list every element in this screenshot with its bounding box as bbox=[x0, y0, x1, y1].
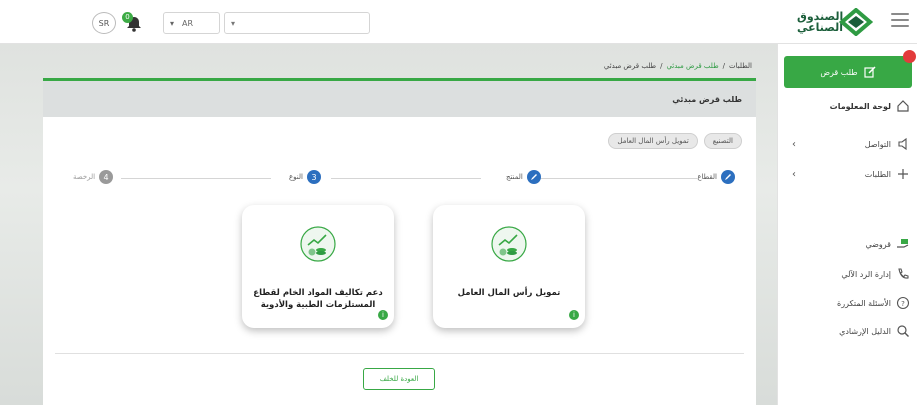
coins-growth-icon bbox=[491, 226, 527, 262]
step-product[interactable]: المنتج bbox=[506, 170, 541, 184]
language-select[interactable]: ▾ AR bbox=[163, 12, 220, 34]
step-label: المنتج bbox=[506, 173, 523, 181]
step-license[interactable]: 4 الرخصة bbox=[73, 170, 114, 184]
back-button-label: العودة للخلف bbox=[379, 375, 419, 383]
sidebar-item-guide[interactable]: الدليل الإرشادي bbox=[778, 321, 917, 341]
megaphone-icon bbox=[898, 137, 907, 151]
sidebar-item-my-loans[interactable]: قروضي bbox=[778, 234, 917, 254]
chevron-down-icon: ▾ bbox=[170, 18, 175, 28]
logo[interactable]: الصندوق الصناعي bbox=[797, 8, 873, 36]
sidebar-item-label: لوحة المعلومات bbox=[829, 101, 891, 111]
option-title: تمويل رأس المال العامل bbox=[457, 288, 561, 298]
sidebar-item-label: التواصل bbox=[864, 139, 891, 149]
step-label: النوع bbox=[289, 173, 303, 181]
logo-mark-icon bbox=[839, 8, 873, 36]
step-sector[interactable]: القطاع bbox=[697, 170, 735, 184]
chip-working-capital: تمويل رأس المال العامل bbox=[608, 133, 698, 149]
coins-growth-icon bbox=[300, 226, 336, 262]
step-number: 4 bbox=[99, 170, 114, 184]
loan-request-card: طلب قرض مبدئي تمويل رأس المال العامل الت… bbox=[43, 78, 756, 405]
breadcrumb-parent[interactable]: طلب قرض مبدئي bbox=[666, 62, 718, 70]
card-title: طلب قرض مبدئي bbox=[672, 94, 742, 104]
sidebar-item-requests[interactable]: ‹ الطلبات bbox=[778, 164, 917, 184]
option-working-capital[interactable]: تمويل رأس المال العامل i bbox=[433, 205, 585, 328]
step-label: القطاع bbox=[697, 173, 717, 181]
step-connector bbox=[121, 178, 271, 179]
phone-icon bbox=[898, 268, 909, 279]
plus-icon bbox=[898, 169, 908, 179]
notification-count-badge: 0 bbox=[122, 12, 133, 23]
alert-dot bbox=[903, 50, 916, 63]
info-icon[interactable]: i bbox=[378, 310, 388, 320]
search-select[interactable]: ▾ bbox=[224, 12, 370, 34]
step-label: الرخصة bbox=[73, 173, 96, 181]
search-icon bbox=[897, 325, 909, 337]
new-loan-request-label: طلب قرض bbox=[820, 67, 858, 77]
sidebar-item-label: الأسئلة المتكررة bbox=[837, 298, 891, 308]
step-connector bbox=[535, 178, 697, 179]
currency-badge-label: SR bbox=[98, 18, 110, 28]
hand-money-icon bbox=[897, 239, 909, 248]
pencil-icon bbox=[526, 170, 541, 184]
info-icon[interactable]: i bbox=[569, 310, 579, 320]
breadcrumb-current: طلب قرض مبدئي bbox=[603, 62, 657, 70]
sidebar-item-communication[interactable]: ‹ التواصل bbox=[778, 134, 917, 154]
stepper: القطاع المنتج 3 النوع 4 الرخصة bbox=[73, 170, 735, 186]
question-icon: ? bbox=[896, 296, 910, 310]
sidebar-item-label: قروضي bbox=[865, 239, 891, 249]
breadcrumb-separator: / bbox=[660, 62, 663, 70]
currency-badge[interactable]: SR bbox=[92, 12, 116, 34]
option-title: دعم تكاليف المواد الخام لقطاع المستلزمات… bbox=[253, 288, 383, 310]
step-type[interactable]: 3 النوع bbox=[289, 170, 321, 184]
edit-icon bbox=[864, 66, 876, 78]
divider bbox=[55, 353, 744, 354]
language-label: AR bbox=[182, 18, 194, 28]
chip-manufacturing: التصنيع bbox=[703, 133, 742, 149]
sidebar: طلب قرض لوحة المعلومات ‹ التواصل ‹ الطلب… bbox=[777, 44, 917, 405]
pencil-icon bbox=[721, 170, 735, 184]
chevron-down-icon: ▾ bbox=[231, 19, 236, 28]
chevron-left-icon: ‹ bbox=[792, 168, 796, 180]
sidebar-item-faq[interactable]: الأسئلة المتكررة ? bbox=[778, 293, 917, 313]
step-number: 3 bbox=[306, 170, 321, 184]
home-icon bbox=[897, 100, 909, 112]
notification-bell[interactable]: 0 bbox=[122, 12, 146, 34]
chevron-left-icon: ‹ bbox=[792, 138, 796, 150]
sidebar-item-dashboard[interactable]: لوحة المعلومات bbox=[778, 96, 917, 116]
user-name-field[interactable] bbox=[0, 12, 88, 34]
sidebar-item-auto-reply[interactable]: إدارة الرد الآلي bbox=[778, 264, 917, 284]
step-connector bbox=[331, 178, 481, 179]
breadcrumb-root[interactable]: الطلبات bbox=[729, 62, 752, 70]
sidebar-item-label: الطلبات bbox=[864, 169, 891, 179]
logo-text-line2: الصناعي bbox=[797, 21, 844, 34]
breadcrumb: الطلبات / طلب قرض مبدئي / طلب قرض مبدئي bbox=[604, 62, 752, 70]
new-loan-request-button[interactable]: طلب قرض bbox=[784, 50, 916, 88]
selection-chips: تمويل رأس المال العامل التصنيع bbox=[608, 133, 742, 149]
sidebar-item-label: إدارة الرد الآلي bbox=[841, 269, 891, 279]
card-header: طلب قرض مبدئي bbox=[43, 81, 756, 117]
back-button[interactable]: العودة للخلف bbox=[363, 368, 435, 390]
breadcrumb-separator: / bbox=[722, 62, 726, 70]
logo-text: الصندوق الصناعي bbox=[797, 11, 844, 34]
option-raw-materials-support[interactable]: دعم تكاليف المواد الخام لقطاع المستلزمات… bbox=[242, 205, 394, 328]
hamburger-menu-icon[interactable] bbox=[891, 13, 909, 27]
sidebar-item-label: الدليل الإرشادي bbox=[839, 326, 891, 336]
svg-text:?: ? bbox=[901, 300, 905, 308]
top-bar: SR 0 ▾ AR ▾ الصندوق الصناعي bbox=[0, 0, 917, 44]
